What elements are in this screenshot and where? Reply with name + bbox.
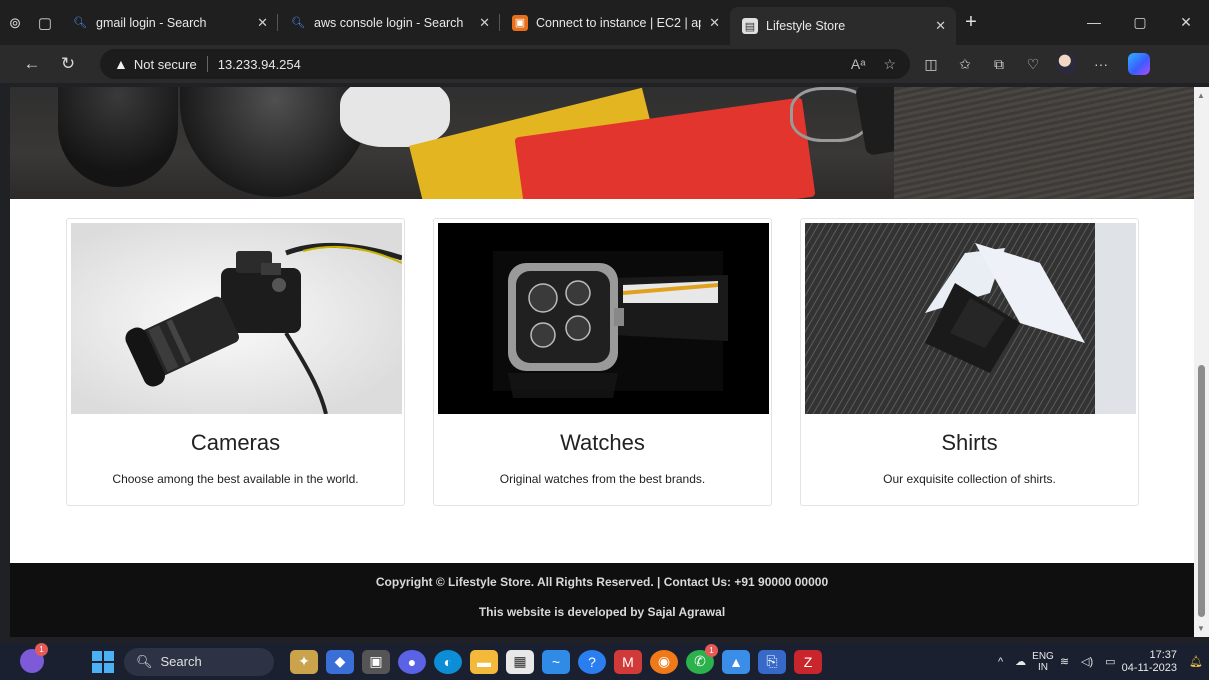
start-button[interactable]	[92, 650, 114, 673]
photos-icon[interactable]: ▲	[722, 649, 750, 674]
browser-tools: ◫ ✩ ⧉ ♡ ···	[914, 53, 1150, 75]
tab-lifestyle-store[interactable]: ▤ Lifestyle Store ✕	[730, 7, 956, 45]
windows-taskbar: 1 🔍︎ Search ✦ ◆ ▣ ● ◐ ▬ ▦ ~ ? M ◉ ✆ 1 ▲ …	[0, 643, 1209, 680]
scroll-up-icon[interactable]: ▲	[1197, 91, 1205, 100]
teams-chat-icon[interactable]: ●	[398, 649, 426, 674]
new-tab-button[interactable]: +	[956, 11, 986, 34]
page-viewport: Cameras Choose among the best available …	[10, 87, 1194, 637]
close-icon[interactable]: ✕	[935, 18, 946, 34]
close-window-icon[interactable]: ✕	[1163, 14, 1209, 31]
card-description: Original watches from the best brands.	[499, 472, 706, 486]
hero-banner-image	[10, 87, 1194, 199]
security-label[interactable]: Not secure	[134, 57, 197, 72]
back-button[interactable]: ←	[14, 54, 50, 74]
shirt-image[interactable]	[805, 223, 1136, 414]
refresh-button[interactable]: ↻	[50, 54, 86, 74]
tab-gmail-search[interactable]: 🔍︎ gmail login - Search ✕	[60, 0, 278, 45]
card-title[interactable]: Cameras	[71, 430, 400, 456]
page-scrollbar[interactable]: ▲ ▼	[1194, 87, 1209, 637]
card-title[interactable]: Shirts	[805, 430, 1134, 456]
mcafee-icon[interactable]: M	[614, 649, 642, 674]
page-icon: ▤	[742, 18, 758, 34]
watch-illustration	[493, 251, 728, 398]
clock[interactable]: 17:37 04-11-2023	[1122, 649, 1177, 675]
notifications-bell-icon[interactable]: 🔔︎	[1189, 655, 1203, 668]
category-cards: Cameras Choose among the best available …	[66, 218, 1139, 506]
profile-avatar[interactable]	[1056, 53, 1078, 75]
tab-ec2-connect[interactable]: ▣ Connect to instance | EC2 | ap-so ✕	[500, 0, 730, 45]
warning-icon[interactable]: ▲	[114, 56, 128, 72]
card-description: Our exquisite collection of shirts.	[883, 472, 1056, 486]
tab-actions-icon[interactable]: ▢	[30, 0, 60, 45]
footer-developer: This website is developed by Sajal Agraw…	[478, 605, 726, 619]
help-icon[interactable]: ?	[578, 649, 606, 674]
battery-icon[interactable]: ▭	[1105, 655, 1115, 668]
category-card-watches[interactable]: Watches Original watches from the best b…	[433, 218, 772, 506]
split-screen-icon[interactable]: ◫	[914, 56, 948, 73]
watch-image[interactable]	[438, 223, 769, 414]
search-icon: 🔍︎	[291, 17, 305, 29]
camera-illustration	[125, 242, 402, 414]
close-icon[interactable]: ✕	[257, 15, 268, 31]
app-icon[interactable]: ~	[542, 649, 570, 674]
camera-image[interactable]	[71, 223, 402, 414]
remote-desktop-icon[interactable]: ⎘	[758, 649, 786, 674]
shirt-illustration	[805, 223, 1136, 414]
scroll-down-icon[interactable]: ▼	[1197, 624, 1205, 633]
card-title[interactable]: Watches	[438, 430, 767, 456]
browser-essentials-icon[interactable]: ♡	[1016, 56, 1050, 73]
task-view-icon[interactable]: ▣	[362, 649, 390, 674]
onedrive-icon[interactable]: ☁	[1015, 655, 1026, 668]
search-label: Search	[160, 654, 202, 669]
card-description: Choose among the best available in the w…	[112, 472, 359, 486]
microsoft-store-icon[interactable]: ▦	[506, 649, 534, 674]
search-highlight-icon[interactable]: ✦	[290, 649, 318, 674]
window-controls: — ▢ ✕	[1071, 14, 1209, 31]
category-card-cameras[interactable]: Cameras Choose among the best available …	[66, 218, 405, 506]
collections-icon[interactable]: ⧉	[982, 56, 1016, 73]
filezilla-icon[interactable]: Z	[794, 649, 822, 674]
volume-icon[interactable]: ◁)	[1081, 655, 1093, 668]
browser-toolbar: ← ↻ ▲ Not secure 13.233.94.254 A͏ᵃ ☆ ◫ ✩…	[0, 45, 1209, 83]
copilot-preview-icon[interactable]: ◆	[326, 649, 354, 674]
maximize-icon[interactable]: ▢	[1117, 14, 1163, 31]
edge-icon[interactable]: ◐	[434, 649, 462, 674]
whatsapp-badge: 1	[705, 643, 718, 657]
firefox-icon[interactable]: ◉	[650, 649, 678, 674]
search-icon: 🔍︎	[136, 653, 153, 669]
url-text[interactable]: 13.233.94.254	[218, 57, 301, 72]
taskbar-search[interactable]: 🔍︎ Search	[124, 647, 274, 676]
category-card-shirts[interactable]: Shirts Our exquisite collection of shirt…	[800, 218, 1139, 506]
minimize-icon[interactable]: —	[1071, 14, 1117, 31]
scrollbar-thumb[interactable]	[1198, 365, 1205, 617]
address-bar[interactable]: ▲ Not secure 13.233.94.254 A͏ᵃ ☆	[100, 49, 910, 79]
workspaces-icon[interactable]: ⊚	[0, 0, 30, 45]
chevron-up-icon[interactable]: ^	[998, 656, 1003, 668]
file-explorer-icon[interactable]: ▬	[470, 649, 498, 674]
close-icon[interactable]: ✕	[709, 15, 720, 31]
more-menu-icon[interactable]: ···	[1084, 56, 1118, 72]
read-aloud-icon[interactable]: A͏ᵃ	[851, 56, 866, 73]
wifi-icon[interactable]: ≋	[1060, 655, 1069, 668]
language-indicator[interactable]: ENG IN	[1032, 651, 1054, 673]
close-icon[interactable]: ✕	[479, 15, 490, 31]
browser-tab-bar: ⊚ ▢ 🔍︎ gmail login - Search ✕ 🔍︎ aws con…	[0, 0, 1209, 45]
favorite-star-icon[interactable]: ☆	[883, 56, 896, 73]
aws-icon: ▣	[512, 14, 528, 31]
whatsapp-icon[interactable]: ✆ 1	[686, 643, 718, 674]
favorites-icon[interactable]: ✩	[948, 56, 982, 73]
copilot-icon[interactable]	[1128, 53, 1150, 75]
tab-aws-search[interactable]: 🔍︎ aws console login - Search ✕	[278, 0, 500, 45]
search-icon: 🔍︎	[73, 17, 87, 29]
page-footer: Copyright © Lifestyle Store. All Rights …	[10, 563, 1194, 637]
system-tray: ^ ☁ ENG IN ≋ ◁) ▭ 17:37 04-11-2023 🔔︎	[992, 649, 1209, 675]
notification-badge: 1	[35, 643, 48, 656]
footer-copyright: Copyright © Lifestyle Store. All Rights …	[375, 575, 829, 589]
divider	[206, 56, 208, 72]
widgets-icon[interactable]: 1	[20, 643, 48, 673]
